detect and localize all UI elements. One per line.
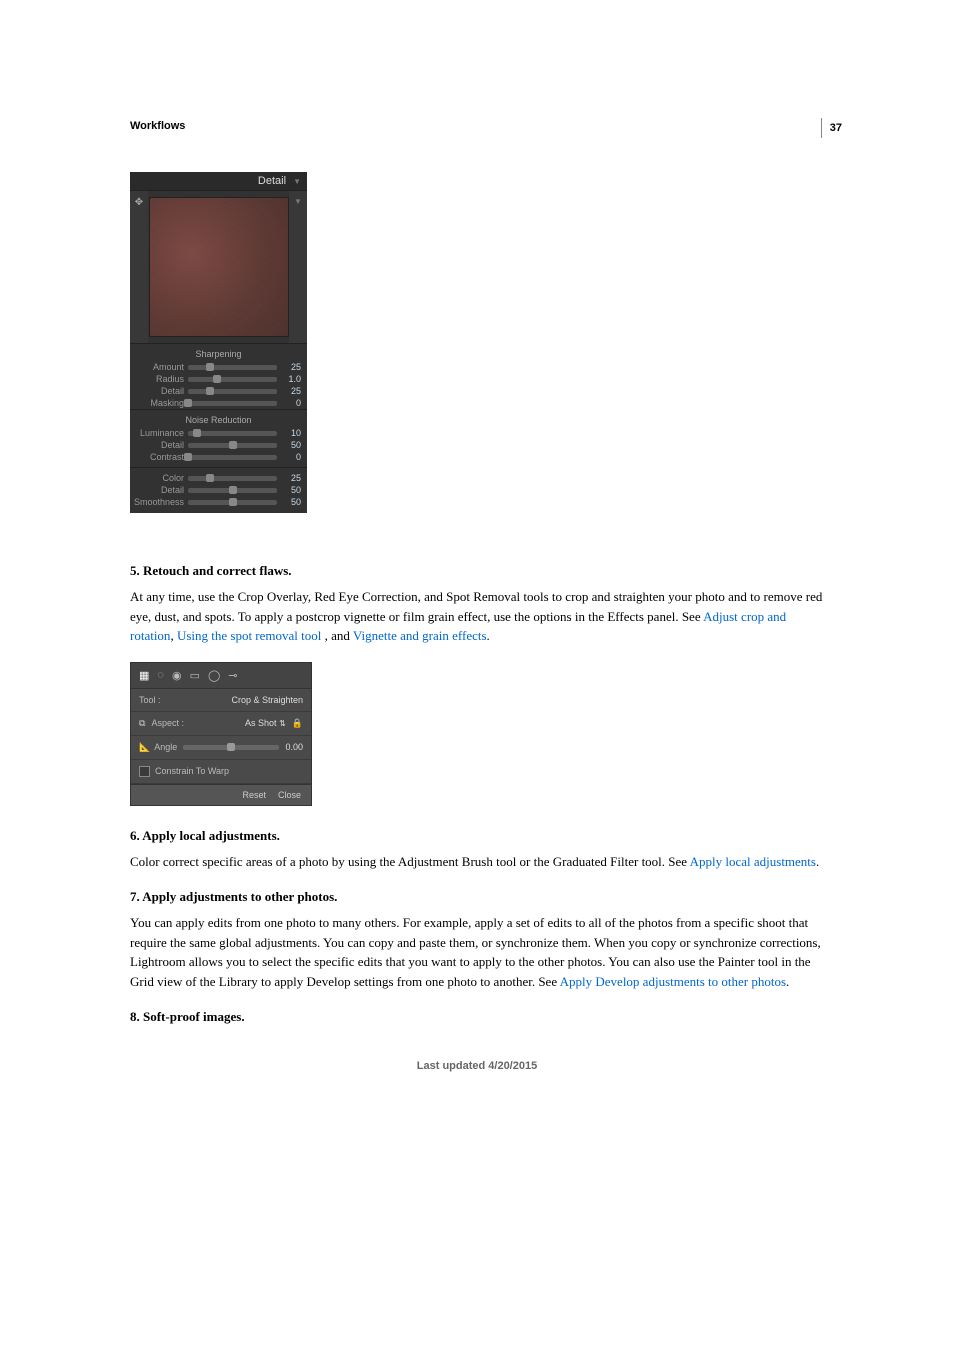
- constrain-to-warp-checkbox[interactable]: Constrain To Warp: [139, 766, 229, 777]
- radial-filter-tool-icon[interactable]: ◯: [208, 669, 220, 682]
- slider-amount[interactable]: Amount25: [130, 361, 307, 373]
- document-page: 37 Workflows Detail ▼ ✥ ▼ Sharpening Amo…: [0, 0, 954, 1360]
- step-7-body: You can apply edits from one photo to ma…: [130, 913, 824, 991]
- slider-contrast[interactable]: Contrast0: [130, 451, 307, 463]
- angle-slider[interactable]: [183, 745, 279, 750]
- detail-panel-title: Detail: [258, 175, 286, 187]
- close-button[interactable]: Close: [278, 790, 301, 800]
- slider-color[interactable]: Color25: [130, 472, 307, 484]
- aspect-dropdown[interactable]: As Shot ⇅: [245, 718, 286, 728]
- crop-frame-icon[interactable]: ⧉: [139, 718, 145, 728]
- step-7-heading: 7. Apply adjustments to other photos.: [130, 889, 824, 905]
- slider-smoothness[interactable]: Smoothness50: [130, 496, 307, 513]
- step-6-body: Color correct specific areas of a photo …: [130, 852, 824, 872]
- dropdown-arrows-icon: ⇅: [279, 719, 286, 728]
- disclosure-triangle-icon: ▼: [293, 177, 301, 186]
- page-number: 37: [821, 118, 842, 138]
- noise-reduction-subheading: Noise Reduction: [130, 409, 307, 427]
- crop-tool-icon[interactable]: ▦: [139, 669, 149, 682]
- page-footer: Last updated 4/20/2015: [130, 1060, 824, 1072]
- aspect-label: Aspect :: [151, 718, 184, 728]
- tool-label: Tool :: [139, 695, 161, 705]
- step-6-heading: 6. Apply local adjustments.: [130, 828, 824, 844]
- crop-panel-figure: ▦ ◌ ◉ ▭ ◯ ⊸ Tool : Crop & Straighten ⧉ As…: [130, 662, 312, 806]
- angle-value: 0.00: [285, 742, 303, 752]
- spot-removal-tool-icon[interactable]: ◌: [157, 669, 164, 681]
- graduated-filter-tool-icon[interactable]: ▭: [190, 669, 200, 682]
- slider-color-detail[interactable]: Detail50: [130, 484, 307, 496]
- red-eye-tool-icon[interactable]: ◉: [172, 669, 182, 682]
- lock-icon[interactable]: 🔒: [292, 718, 303, 728]
- reset-button[interactable]: Reset: [242, 790, 266, 800]
- step-5-heading: 5. Retouch and correct flaws.: [130, 563, 824, 579]
- section-heading-workflows: Workflows: [130, 120, 824, 132]
- link-apply-local-adjustments[interactable]: Apply local adjustments: [690, 854, 816, 869]
- link-vignette-grain[interactable]: Vignette and grain effects: [353, 628, 487, 643]
- detail-panel-figure: Detail ▼ ✥ ▼ Sharpening Amount25 Radius1…: [130, 172, 307, 513]
- angle-label: Angle: [154, 742, 177, 752]
- angle-tool-icon[interactable]: 📐: [139, 742, 150, 753]
- sharpening-subheading: Sharpening: [130, 343, 307, 361]
- slider-lum-detail[interactable]: Detail50: [130, 439, 307, 451]
- link-apply-develop-other-photos[interactable]: Apply Develop adjustments to other photo…: [560, 974, 786, 989]
- slider-detail[interactable]: Detail25: [130, 385, 307, 397]
- adjustment-brush-tool-icon[interactable]: ⊸: [228, 669, 237, 682]
- detail-panel-header[interactable]: Detail ▼: [130, 172, 307, 191]
- slider-radius[interactable]: Radius1.0: [130, 373, 307, 385]
- step-5-body: At any time, use the Crop Overlay, Red E…: [130, 587, 824, 646]
- tool-value: Crop & Straighten: [231, 695, 303, 705]
- slider-luminance[interactable]: Luminance10: [130, 427, 307, 439]
- detail-preview-thumbnail[interactable]: [149, 197, 289, 337]
- detail-collapse-icon[interactable]: ▼: [289, 191, 307, 343]
- step-8-heading: 8. Soft-proof images.: [130, 1009, 824, 1025]
- slider-masking[interactable]: Masking0: [130, 397, 307, 409]
- zoom-picker-icon[interactable]: ✥: [130, 191, 148, 343]
- link-spot-removal[interactable]: Using the spot removal tool: [177, 628, 321, 643]
